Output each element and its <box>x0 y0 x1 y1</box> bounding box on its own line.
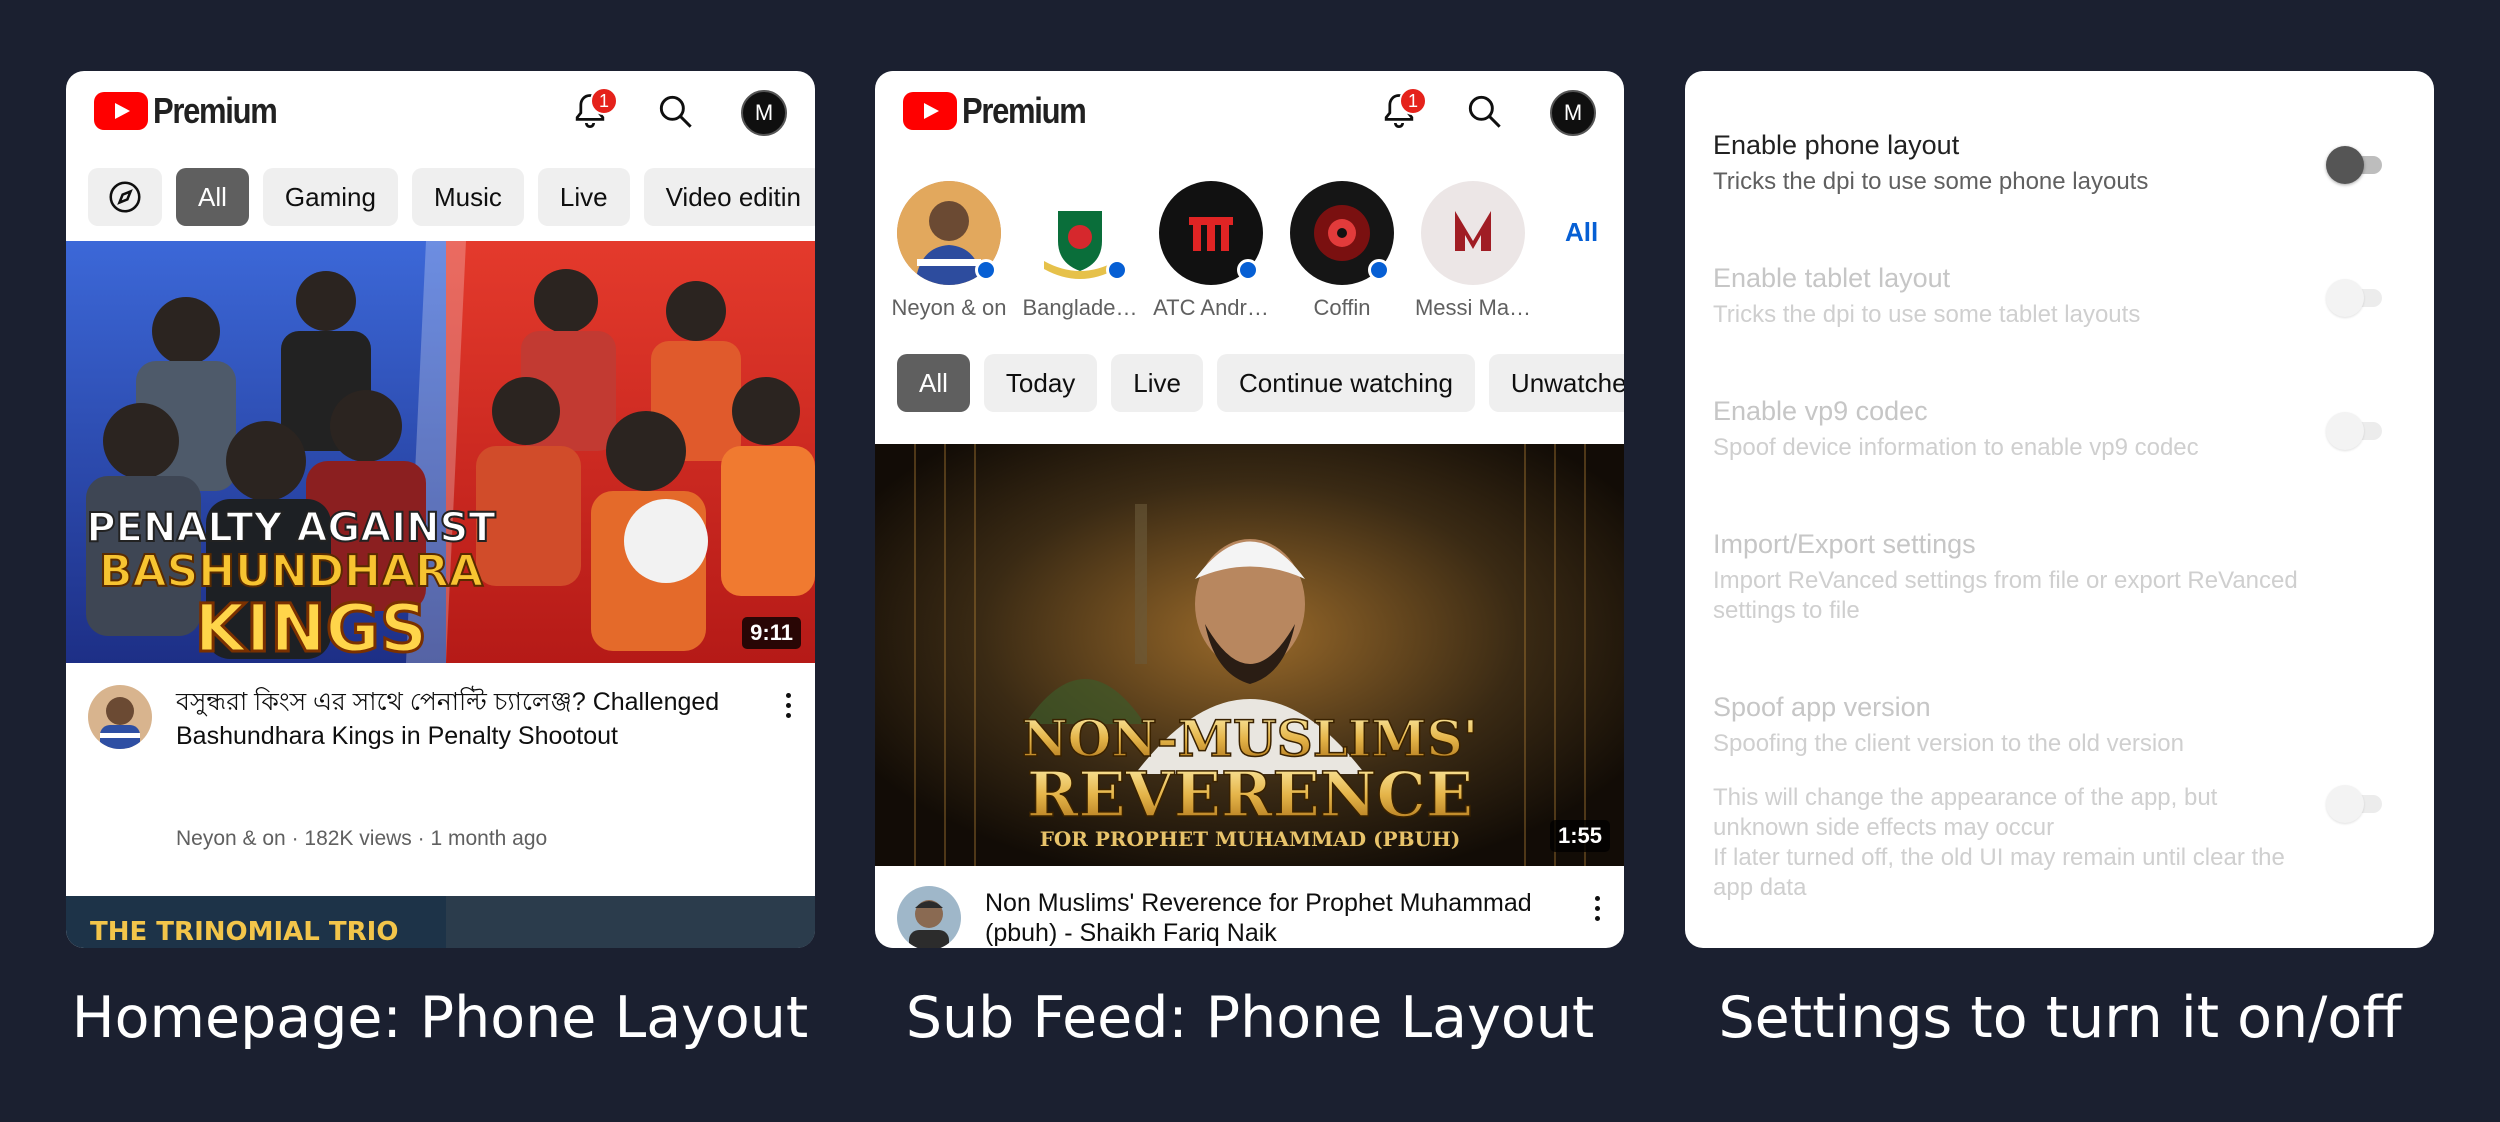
chip-music[interactable]: Music <box>411 168 524 226</box>
channel-avatar <box>897 181 1001 285</box>
top-bar: Premium 1 M <box>66 71 815 151</box>
subscription-channel[interactable]: ATC Andr… <box>1151 181 1271 321</box>
thumb-text-2: REVERENCE <box>1027 758 1473 831</box>
chip-live[interactable]: Live <box>537 168 630 226</box>
chip-live[interactable]: Live <box>1111 354 1203 412</box>
channel-name: Neyon & on <box>891 295 1007 320</box>
youtube-premium-logo[interactable]: Premium <box>903 90 1106 131</box>
all-subscriptions-link[interactable]: All <box>1565 217 1598 248</box>
channel-avatar[interactable] <box>897 886 961 948</box>
setting-enable-phone-layout[interactable]: Enable phone layout Tricks the dpi to us… <box>1713 130 2394 197</box>
new-content-dot <box>975 259 997 281</box>
chip-continue-watching[interactable]: Continue watching <box>1217 354 1475 412</box>
setting-enable-vp9-codec[interactable]: Enable vp9 codec Spoof device informatio… <box>1713 396 2394 463</box>
spoof-app-version-toggle[interactable] <box>2326 783 2382 823</box>
next-video-thumbnail[interactable]: THE TRINOMIAL TRIO <box>66 896 815 948</box>
thumb-text-top: PENALTY AGAINST <box>86 505 496 551</box>
setting-spoof-app-version[interactable]: Spoof app version Spoofing the client ve… <box>1713 692 2294 903</box>
video-duration: 1:55 <box>1549 820 1610 852</box>
account-avatar[interactable]: M <box>1550 90 1596 136</box>
more-options-icon[interactable] <box>783 693 793 723</box>
phone-layout-toggle[interactable] <box>2326 144 2382 184</box>
youtube-logo-icon <box>94 92 148 130</box>
setting-title: Enable vp9 codec <box>1713 396 1928 426</box>
youtube-logo-icon <box>903 92 957 130</box>
notification-count-badge: 1 <box>590 87 618 115</box>
chip-unwatched[interactable]: Unwatched <box>1488 354 1624 412</box>
chip-all[interactable]: All <box>897 354 970 412</box>
setting-description: Import ReVanced settings from file or ex… <box>1713 567 2298 624</box>
notification-count-badge: 1 <box>1399 87 1427 115</box>
thumb-text-3: FOR PROPHET MUHAMMAD (PBUH) <box>1040 827 1461 851</box>
channel-avatar <box>1028 181 1132 285</box>
setting-title: Import/Export settings <box>1713 529 1976 559</box>
setting-title: Enable tablet layout <box>1713 263 1951 293</box>
top-bar: Premium 1 M <box>875 71 1624 151</box>
settings-panel: Enable phone layout Tricks the dpi to us… <box>1685 71 2434 948</box>
search-icon[interactable] <box>1463 90 1507 134</box>
setting-description: Tricks the dpi to use some phone layouts <box>1713 168 2149 195</box>
channel-avatar[interactable] <box>88 685 152 749</box>
chip-today[interactable]: Today <box>983 354 1098 412</box>
channel-name: Banglade… <box>1022 295 1138 320</box>
chip-video-editing[interactable]: Video editin <box>643 168 815 226</box>
channel-name: Coffin <box>1313 295 1371 320</box>
caption-homepage: Homepage: Phone Layout <box>71 985 809 1051</box>
video-title[interactable]: বসুন্ধরা কিংস এর সাথে পেনাল্টি চ্যালেঞ্জ… <box>176 685 745 753</box>
setting-title: Enable phone layout <box>1713 130 1960 160</box>
channel-avatar <box>1159 181 1263 285</box>
youtube-premium-logo[interactable]: Premium <box>94 90 297 131</box>
channel-name: Messi Ma… <box>1414 295 1532 320</box>
thumb-text-bottom: KINGS <box>195 590 428 663</box>
setting-title: Spoof app version <box>1713 692 1931 722</box>
vp9-codec-toggle[interactable] <box>2326 410 2382 450</box>
setting-enable-tablet-layout[interactable]: Enable tablet layout Tricks the dpi to u… <box>1713 263 2394 330</box>
tablet-layout-toggle[interactable] <box>2326 277 2382 317</box>
chip-gaming[interactable]: Gaming <box>262 168 398 226</box>
video-thumbnail[interactable]: NON-MUSLIMS' REVERENCE FOR PROPHET MUHAM… <box>875 444 1624 866</box>
subscription-channel[interactable]: Neyon & on <box>889 181 1009 321</box>
subfeed-panel: Premium 1 M Neyon & on Banglade… ATC And… <box>875 71 1624 948</box>
account-avatar[interactable]: M <box>741 90 787 136</box>
channel-avatar <box>1290 181 1394 285</box>
setting-warning-note: This will change the appearance of the a… <box>1713 784 2285 901</box>
category-chips: All Gaming Music Live Video editin <box>88 168 815 226</box>
video-title[interactable]: Non Muslims' Reverence for Prophet Muham… <box>985 888 1554 948</box>
setting-description: Tricks the dpi to use some tablet layout… <box>1713 301 2141 328</box>
video-meta-row[interactable]: বসুন্ধরা কিংস এর সাথে পেনাল্টি চ্যালেঞ্জ… <box>66 663 815 896</box>
explore-compass-icon[interactable] <box>88 168 162 226</box>
subscription-channel[interactable]: Coffin <box>1282 181 1402 321</box>
channel-name: ATC Andr… <box>1153 295 1269 320</box>
setting-description: Spoof device information to enable vp9 c… <box>1713 434 2199 461</box>
caption-subfeed: Sub Feed: Phone Layout <box>905 985 1595 1051</box>
thumbnail-art: PENALTY AGAINST BASHUNDHARA KINGS <box>66 241 815 663</box>
thumbnail-art: NON-MUSLIMS' REVERENCE FOR PROPHET MUHAM… <box>875 444 1624 866</box>
search-icon[interactable] <box>654 90 698 134</box>
new-content-dot <box>1106 259 1128 281</box>
caption-settings: Settings to turn it on/off <box>1718 985 2402 1051</box>
homepage-panel: Premium 1 M All Gaming Music Live Video … <box>66 71 815 948</box>
channel-avatar <box>1421 181 1525 285</box>
video-channel-meta: Neyon & on · 182K views · 1 month ago <box>176 827 548 850</box>
video-thumbnail[interactable]: PENALTY AGAINST BASHUNDHARA KINGS 9:11 <box>66 241 815 663</box>
video-duration: 9:11 <box>742 617 801 649</box>
next-thumb-text: THE TRINOMIAL TRIO <box>90 917 398 947</box>
new-content-dot <box>1368 259 1390 281</box>
new-content-dot <box>1237 259 1259 281</box>
subscription-channel[interactable]: Banglade… <box>1020 181 1140 321</box>
video-meta-row[interactable]: Non Muslims' Reverence for Prophet Muham… <box>875 866 1624 948</box>
more-options-icon[interactable] <box>1592 896 1602 926</box>
setting-description: Spoofing the client version to the old v… <box>1713 730 2184 757</box>
filter-chips: All Today Live Continue watching Unwatch… <box>897 354 1624 412</box>
subscription-channel[interactable]: Messi Ma… <box>1413 181 1533 321</box>
chip-all[interactable]: All <box>176 168 249 226</box>
setting-import-export[interactable]: Import/Export settings Import ReVanced s… <box>1713 529 2354 626</box>
